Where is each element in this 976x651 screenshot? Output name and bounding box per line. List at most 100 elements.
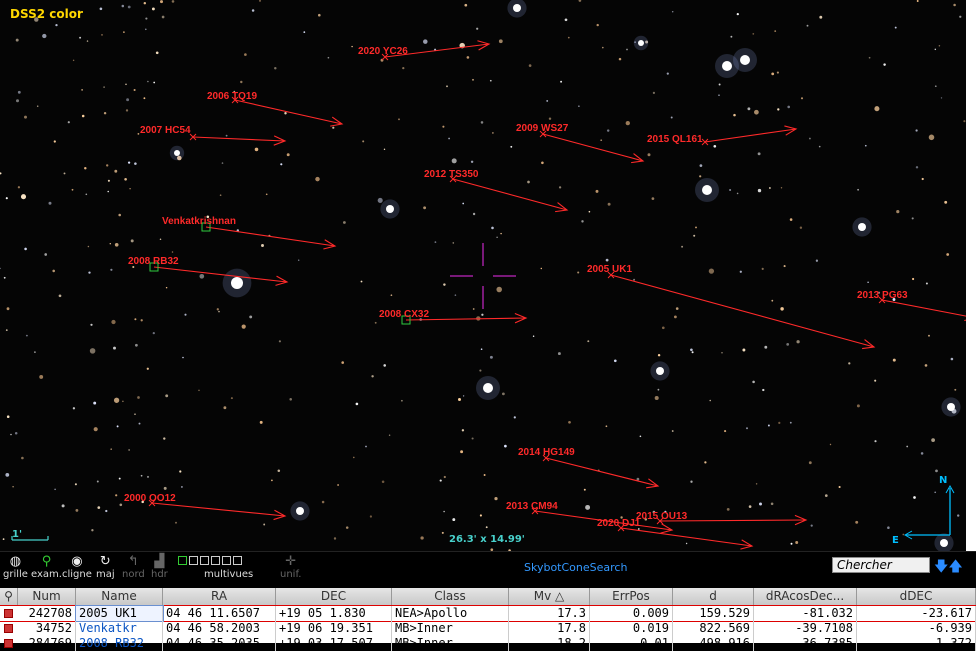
nav-arrows: 🡇🡅	[934, 556, 963, 580]
asteroid-label[interactable]: 2020 YC26	[358, 46, 408, 57]
arrow-up-icon[interactable]: 🡅	[948, 559, 962, 575]
asteroid-label[interactable]: 2008 RB32	[128, 256, 179, 267]
table-cell: 04 46 58.2003	[163, 621, 276, 636]
star	[464, 3, 468, 7]
star	[254, 147, 259, 152]
star	[613, 359, 617, 363]
column-header[interactable]: dDEC	[857, 588, 976, 605]
star	[708, 268, 715, 274]
star	[10, 433, 12, 436]
multiview-more-button[interactable]	[233, 556, 242, 565]
multiview-2-button[interactable]	[189, 556, 198, 565]
table-header: Num Name RA DEC Class Mv △ ErrPos d dRAcosDec...…	[0, 588, 976, 606]
star	[588, 210, 591, 213]
blink-button[interactable]: ◉ cligne	[62, 555, 92, 581]
table-row[interactable]: 34752 Venkatkr 04 46 58.2003 +19 06 19.351 M…	[0, 621, 976, 636]
row-marker-icon[interactable]	[4, 609, 13, 618]
star	[127, 5, 131, 9]
column-header[interactable]: Class	[392, 588, 509, 605]
multiview-16-button[interactable]	[222, 556, 231, 565]
multiview-9-button[interactable]	[211, 556, 220, 565]
pin-icon[interactable]: ⚲	[0, 588, 18, 605]
sky-view[interactable]: 2020 YC26 2006 TQ19 2007 HC54 2009 WS27 2015…	[0, 0, 976, 551]
table-row[interactable]: 284769 2008 RB32 04 46 35.2035 +19 03 17.50…	[0, 636, 976, 651]
star	[128, 449, 130, 451]
unif-button[interactable]: ✛ unif.	[280, 555, 301, 581]
plugin-label[interactable]: SkybotConeSearch	[524, 561, 627, 574]
star	[815, 259, 819, 262]
star	[762, 388, 765, 392]
star	[199, 273, 205, 279]
star	[471, 437, 474, 440]
table-cell[interactable]: 2008 RB32	[76, 636, 163, 651]
star	[856, 404, 860, 408]
star	[928, 334, 930, 337]
star	[198, 389, 200, 392]
north-button[interactable]: ↰ nord	[122, 555, 145, 581]
bright-star	[296, 507, 304, 515]
column-header[interactable]: Num	[18, 588, 76, 605]
star	[764, 345, 768, 349]
asteroid-label[interactable]: 2000 OO12	[124, 493, 176, 504]
sky-canvas[interactable]: 2020 YC26 2006 TQ19 2007 HC54 2009 WS27 2015…	[0, 0, 976, 551]
star	[675, 307, 679, 310]
star	[443, 475, 446, 479]
star	[736, 12, 739, 16]
column-header[interactable]: d	[673, 588, 754, 605]
asteroid-label[interactable]: 2012 TS350	[424, 169, 479, 180]
star	[671, 430, 674, 432]
star	[0, 172, 2, 175]
star	[401, 399, 403, 402]
star	[504, 444, 507, 448]
asteroid-label[interactable]: 2013 CM94	[506, 501, 558, 512]
bright-star	[858, 223, 866, 231]
asteroid-label[interactable]: 2006 TQ19	[207, 91, 257, 102]
column-header[interactable]: Mv △	[509, 588, 590, 605]
hdr-button[interactable]: ▟ hdr	[151, 555, 168, 581]
asteroid-label[interactable]: 2008 CX32	[379, 309, 429, 320]
multiview-1-button[interactable]	[178, 556, 187, 565]
exam-button[interactable]: ⚲ exam.	[31, 555, 62, 581]
star	[74, 483, 77, 486]
asteroid-label[interactable]: 2020 DJ1	[597, 518, 641, 529]
column-header[interactable]: ErrPos	[590, 588, 673, 605]
asteroid-label[interactable]: 2015 QL161	[647, 134, 703, 145]
asteroid-label[interactable]: Venkatkrishnan	[162, 216, 236, 227]
star	[647, 153, 651, 157]
asteroid-label[interactable]: 2013 PG63	[857, 290, 908, 301]
row-marker-icon[interactable]	[4, 624, 13, 633]
asteroid-label[interactable]: 2009 WS27	[516, 123, 569, 134]
bottom-toolbar: ◍ grille ⚲ exam. ◉ cligne ↻ maj ↰ nord ▟ hdr m…	[0, 551, 976, 589]
star	[289, 398, 292, 401]
column-header[interactable]: RA	[163, 588, 276, 605]
star	[928, 134, 935, 141]
star	[657, 353, 661, 357]
star	[327, 56, 330, 59]
column-header[interactable]: dRAcosDec...	[754, 588, 857, 605]
star	[17, 186, 21, 189]
row-marker-icon[interactable]	[4, 639, 13, 648]
multiview-icon[interactable]	[178, 556, 242, 565]
column-header[interactable]: Name	[76, 588, 163, 605]
star	[52, 269, 55, 273]
refresh-button[interactable]: ↻ maj	[96, 555, 115, 581]
multiview-4-button[interactable]	[200, 556, 209, 565]
star	[695, 226, 697, 229]
bright-star	[483, 383, 493, 393]
star	[218, 310, 220, 313]
asteroid-label[interactable]: 2005 UK1	[587, 264, 632, 275]
column-header[interactable]: DEC	[276, 588, 392, 605]
table-row[interactable]: 242708 2005 UK1 04 46 11.6507 +19 05 1.830 N…	[0, 605, 976, 622]
asteroid-label[interactable]: 2014 HG149	[518, 447, 575, 458]
asteroid-label[interactable]: 2015 OU13	[636, 511, 688, 522]
star	[398, 118, 400, 121]
star	[143, 97, 146, 100]
arrow-down-icon[interactable]: 🡇	[934, 559, 948, 575]
table-cell[interactable]: 2005 UK1	[75, 605, 164, 622]
grid-button[interactable]: ◍ grille	[3, 555, 28, 581]
asteroid-label[interactable]: 2007 HC54	[140, 125, 191, 136]
search-input[interactable]: Chercher	[832, 557, 930, 573]
table-cell[interactable]: Venkatkr	[76, 621, 163, 636]
star	[261, 244, 264, 247]
star	[729, 188, 732, 192]
